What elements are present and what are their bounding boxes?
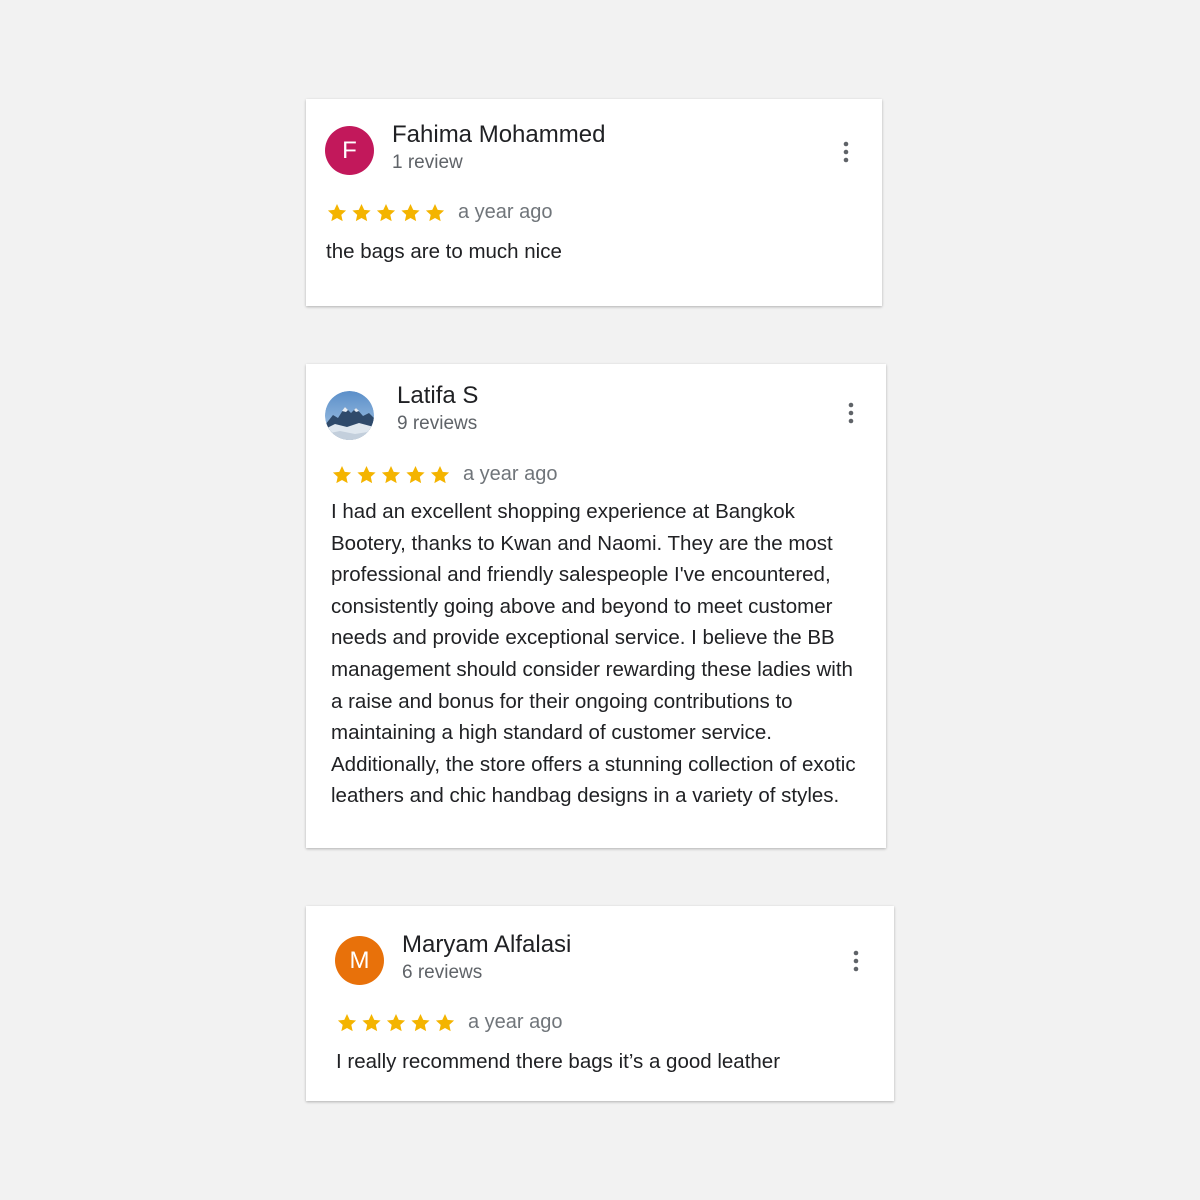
star-rating xyxy=(326,202,446,224)
reviewer-name[interactable]: Maryam Alfalasi xyxy=(402,931,571,959)
review-card: F Fahima Mohammed 1 review a year ago th… xyxy=(306,99,882,306)
star-icon xyxy=(411,1013,430,1031)
star-icon xyxy=(337,1013,357,1031)
avatar[interactable]: F xyxy=(325,126,374,175)
review-date: a year ago xyxy=(468,1011,563,1033)
reviewer-name[interactable]: Latifa S xyxy=(397,382,478,410)
mountain-photo-icon[interactable] xyxy=(325,391,374,440)
review-text: the bags are to much nice xyxy=(326,240,562,263)
star-icon xyxy=(401,203,420,221)
star-icon xyxy=(376,203,396,221)
star-icon xyxy=(332,465,352,483)
star-icon xyxy=(381,465,401,483)
review-date: a year ago xyxy=(458,201,553,223)
star-icon xyxy=(430,465,450,483)
review-card: M Maryam Alfalasi 6 reviews a year ago I… xyxy=(306,906,894,1101)
review-count: 1 review xyxy=(392,152,463,173)
rating-row: a year ago xyxy=(336,1011,563,1037)
review-count: 6 reviews xyxy=(402,962,483,983)
review-text: I had an excellent shopping experience a… xyxy=(331,500,856,808)
reviewer-name[interactable]: Fahima Mohammed xyxy=(392,121,605,149)
star-icon xyxy=(362,1013,381,1031)
rating-row: a year ago xyxy=(326,201,553,227)
review-card: Latifa S 9 reviews a year ago I had an e… xyxy=(306,364,886,848)
rating-row: a year ago xyxy=(331,463,558,489)
avatar[interactable]: M xyxy=(335,936,384,985)
star-rating xyxy=(336,1012,456,1034)
review-date: a year ago xyxy=(463,463,558,485)
more-vert-icon[interactable] xyxy=(846,948,866,974)
star-icon xyxy=(327,203,347,221)
star-icon xyxy=(425,203,445,221)
star-icon xyxy=(386,1013,406,1031)
more-vert-icon[interactable] xyxy=(836,139,856,165)
star-icon xyxy=(357,465,376,483)
star-icon xyxy=(435,1013,455,1031)
review-text: I really recommend there bags it’s a goo… xyxy=(336,1050,781,1073)
star-rating xyxy=(331,464,451,486)
star-icon xyxy=(352,203,371,221)
star-icon xyxy=(406,465,425,483)
more-vert-icon[interactable] xyxy=(841,400,861,426)
review-count: 9 reviews xyxy=(397,413,478,434)
